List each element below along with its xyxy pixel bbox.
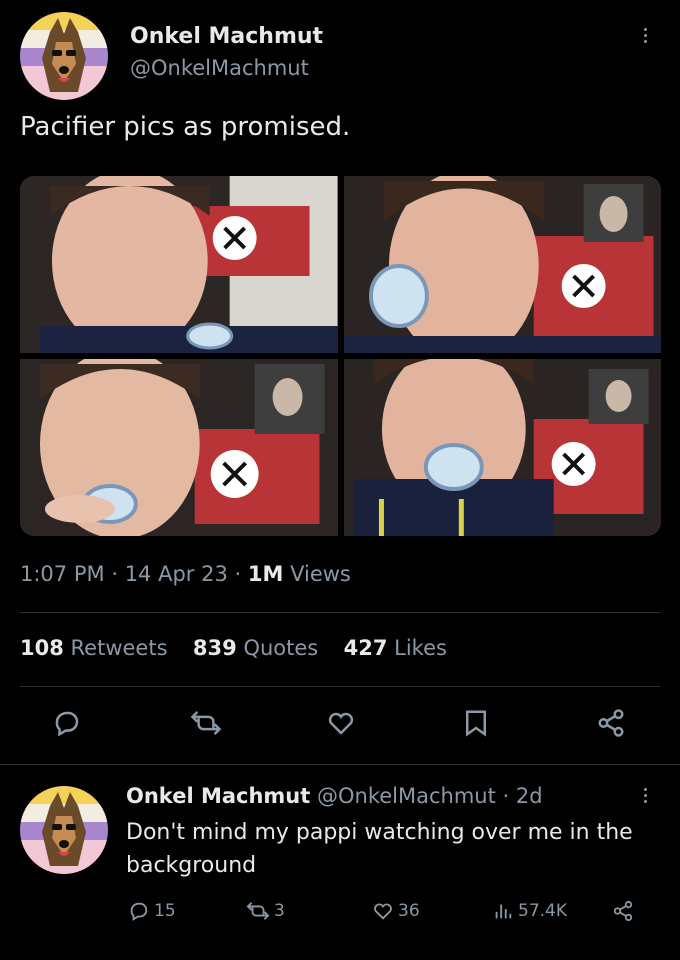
photo-1[interactable]: [20, 176, 338, 353]
meta-separator: ·: [234, 562, 242, 586]
reply-replies-count: 15: [154, 901, 176, 921]
author-avatar[interactable]: [20, 12, 108, 100]
likes-label: Likes: [394, 636, 447, 660]
likes-count: 427: [343, 636, 388, 660]
engagement-stats: 108 Retweets 839 Quotes 427 Likes: [20, 636, 447, 660]
reply-text: Don't mind my pappi watching over me in …: [126, 820, 633, 878]
views-icon: [495, 904, 512, 919]
likes-stat[interactable]: 427 Likes: [344, 636, 447, 660]
reply-icon: [130, 902, 148, 921]
share-icon: [598, 709, 624, 737]
heart-icon: [328, 712, 354, 735]
divider: [20, 686, 660, 687]
tweet-date[interactable]: 14 Apr 23: [125, 562, 228, 586]
quotes-count: 839: [192, 636, 237, 660]
share-button[interactable]: [596, 708, 626, 738]
photo-2[interactable]: [343, 176, 661, 353]
meta-separator: ·: [111, 562, 118, 586]
reply-icon: [55, 711, 79, 737]
reply-age[interactable]: · 2d: [503, 784, 543, 808]
tweet-meta: 1:07 PM · 14 Apr 23 · 1M Views: [20, 562, 351, 586]
retweet-icon: [246, 902, 270, 920]
more-icon[interactable]: [644, 788, 647, 803]
photo-3[interactable]: [20, 359, 338, 536]
photo-4[interactable]: [343, 359, 661, 536]
retweets-count: 108: [20, 636, 64, 660]
author-handle[interactable]: @OnkelMachmut: [130, 56, 309, 80]
reply-like-button[interactable]: 36: [372, 900, 420, 922]
reply-author-avatar[interactable]: [20, 786, 108, 874]
retweets-label: Retweets: [70, 636, 168, 660]
reply-retweet-button[interactable]: 3: [246, 900, 285, 922]
more-icon[interactable]: [644, 28, 647, 43]
share-icon: [613, 900, 633, 922]
photo-grid[interactable]: [20, 176, 661, 536]
reply-share-button[interactable]: [612, 900, 634, 922]
reply-views-button[interactable]: 57.4K: [492, 900, 567, 922]
reply-button[interactable]: [52, 708, 82, 738]
quotes-label: Quotes: [243, 636, 319, 660]
retweets-stat[interactable]: 108 Retweets: [20, 636, 168, 660]
reply-author-name[interactable]: Onkel Machmut: [126, 784, 310, 808]
views-label: Views: [290, 562, 351, 586]
reply-views-count: 57.4K: [518, 901, 567, 921]
action-bar: [0, 704, 680, 744]
quotes-stat[interactable]: 839 Quotes: [193, 636, 318, 660]
retweet-button[interactable]: [190, 708, 222, 738]
tweet-text: Pacifier pics as promised.: [20, 112, 351, 142]
like-button[interactable]: [326, 708, 356, 738]
tweet-time[interactable]: 1:07 PM: [20, 562, 105, 586]
views-count: 1M: [247, 562, 284, 586]
divider: [20, 612, 660, 613]
reply-retweets-count: 3: [274, 901, 285, 921]
reply-author-handle[interactable]: @OnkelMachmut: [317, 784, 496, 808]
bookmark-icon: [466, 710, 486, 737]
reply-header: Onkel Machmut @OnkelMachmut · 2d: [126, 784, 543, 808]
divider: [0, 764, 680, 765]
heart-icon: [374, 903, 392, 920]
bookmark-button[interactable]: [462, 708, 490, 738]
reply-likes-count: 36: [398, 901, 420, 921]
retweet-icon: [190, 711, 222, 735]
reply-action-bar: 15 3 36 57.4K: [0, 898, 680, 938]
author-name[interactable]: Onkel Machmut: [130, 24, 323, 49]
reply-reply-button[interactable]: 15: [128, 900, 176, 922]
